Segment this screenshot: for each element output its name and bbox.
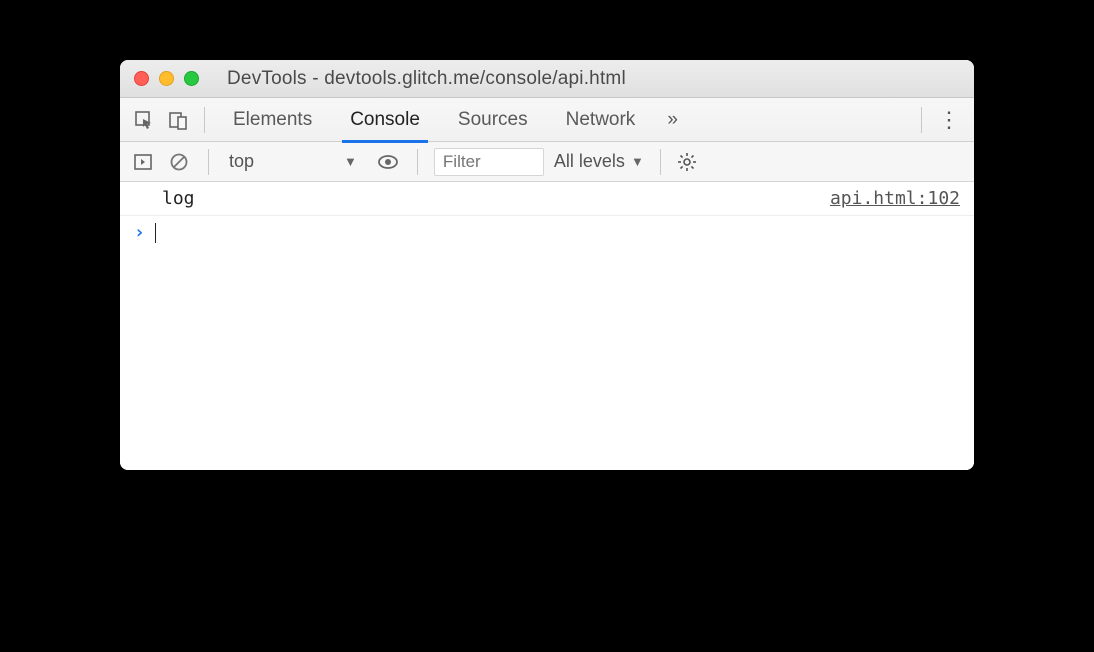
tab-console[interactable]: Console	[334, 98, 436, 142]
levels-label: All levels	[554, 151, 625, 172]
console-log-entry: log api.html:102	[120, 182, 974, 216]
tabbar-divider	[921, 107, 922, 133]
inspect-element-icon[interactable]	[130, 106, 158, 134]
tab-network[interactable]: Network	[550, 98, 652, 142]
titlebar: DevTools - devtools.glitch.me/console/ap…	[120, 60, 974, 98]
console-prompt[interactable]: ›	[120, 216, 974, 249]
zoom-window-button[interactable]	[184, 71, 199, 86]
tab-label: Console	[350, 109, 420, 131]
log-levels-selector[interactable]: All levels ▼	[554, 151, 644, 172]
dropdown-triangle-icon: ▼	[344, 154, 357, 169]
chevron-right-icon: »	[667, 109, 678, 130]
tab-label: Sources	[458, 109, 528, 131]
minimize-window-button[interactable]	[159, 71, 174, 86]
menu-kebab-icon[interactable]: ⋮	[934, 107, 964, 133]
clear-console-icon[interactable]	[166, 149, 192, 175]
console-settings-icon[interactable]	[677, 152, 705, 172]
log-message: log	[162, 188, 195, 209]
console-output: log api.html:102 ›	[120, 182, 974, 470]
dropdown-triangle-icon: ▼	[631, 154, 644, 169]
prompt-chevron-icon: ›	[134, 222, 145, 243]
filter-input[interactable]	[434, 148, 544, 176]
log-source-link[interactable]: api.html:102	[830, 188, 960, 209]
tab-label: Network	[566, 109, 636, 131]
close-window-button[interactable]	[134, 71, 149, 86]
live-expression-icon[interactable]	[375, 149, 401, 175]
tab-sources[interactable]: Sources	[442, 98, 544, 142]
toggle-sidebar-icon[interactable]	[130, 149, 156, 175]
tabbar-divider	[204, 107, 205, 133]
tab-elements[interactable]: Elements	[217, 98, 328, 142]
toolbar-divider	[660, 149, 661, 175]
toolbar-divider	[208, 149, 209, 175]
window-title: DevTools - devtools.glitch.me/console/ap…	[209, 68, 960, 90]
tab-label: Elements	[233, 109, 312, 131]
text-cursor	[155, 223, 156, 243]
panel-tabbar: Elements Console Sources Network » ⋮	[120, 98, 974, 142]
more-tabs-button[interactable]: »	[657, 109, 688, 131]
toolbar-divider	[417, 149, 418, 175]
context-label: top	[229, 151, 254, 172]
console-toolbar: top ▼ All levels ▼	[120, 142, 974, 182]
device-toolbar-icon[interactable]	[164, 106, 192, 134]
context-selector[interactable]: top ▼	[225, 151, 365, 172]
window-controls	[134, 71, 199, 86]
devtools-window: DevTools - devtools.glitch.me/console/ap…	[120, 60, 974, 470]
